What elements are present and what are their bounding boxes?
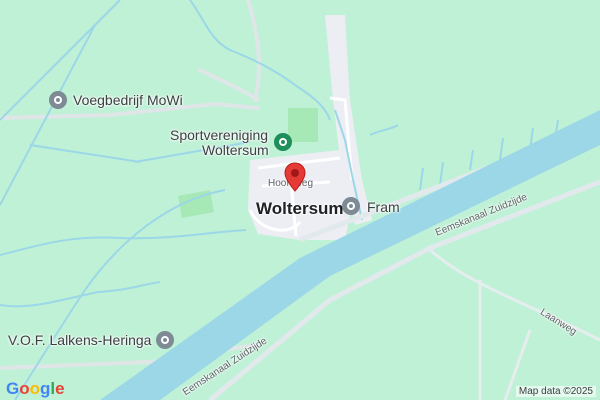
town-label-woltersum[interactable]: Woltersum <box>256 199 344 219</box>
map-attribution[interactable]: Map data ©2025 <box>515 386 596 397</box>
poi-label-voegbedrijf-mowi[interactable]: Voegbedrijf MoWi <box>73 92 183 108</box>
sports-field <box>288 108 318 142</box>
poi-label-lalkens-heringa[interactable]: V.O.F. Lalkens-Heringa <box>8 332 151 348</box>
map-canvas[interactable]: Voegbedrijf MoWi Sportvereniging Wolters… <box>0 0 600 400</box>
poi-label-sportvereniging-line1[interactable]: Sportvereniging <box>170 127 268 143</box>
poi-label-sportvereniging-line2[interactable]: Woltersum <box>202 142 269 158</box>
poi-label-fram[interactable]: Fram <box>367 199 400 215</box>
google-logo[interactable]: Google <box>6 379 65 399</box>
location-marker-icon[interactable] <box>284 162 306 192</box>
sports-green-icon[interactable] <box>274 133 292 151</box>
pin-gray-icon[interactable] <box>342 197 360 215</box>
pin-gray-icon[interactable] <box>49 91 67 109</box>
pin-gray-icon[interactable] <box>156 331 174 349</box>
